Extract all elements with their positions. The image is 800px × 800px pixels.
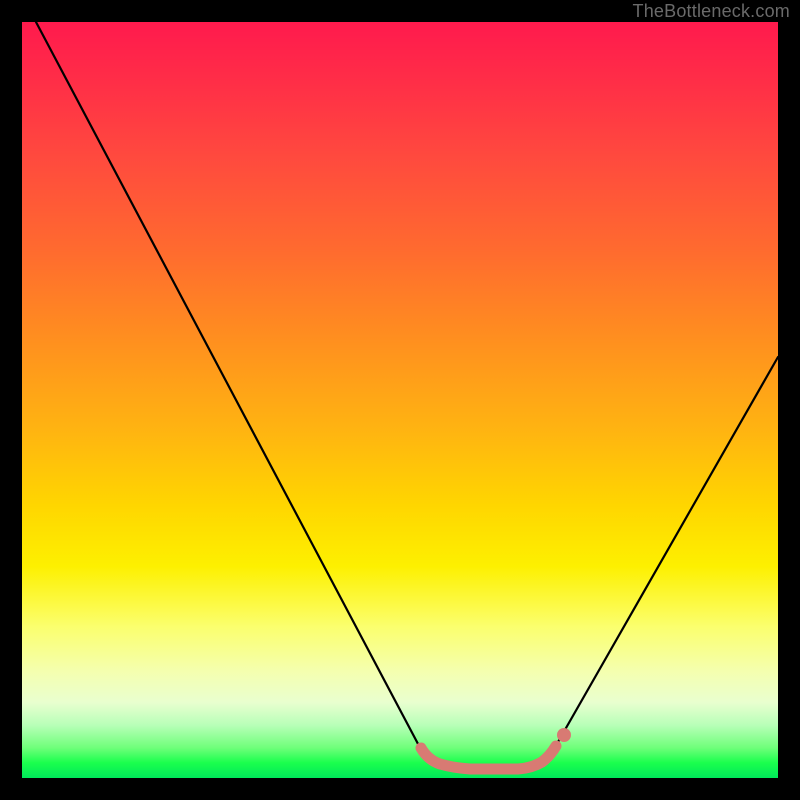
chart-frame: TheBottleneck.com [0, 0, 800, 800]
watermark-text: TheBottleneck.com [633, 1, 790, 22]
curve-path [36, 22, 778, 768]
plot-area [22, 22, 778, 778]
marker-end-dot [557, 728, 571, 742]
bottleneck-curve [22, 22, 778, 778]
minimum-marker [421, 746, 556, 769]
